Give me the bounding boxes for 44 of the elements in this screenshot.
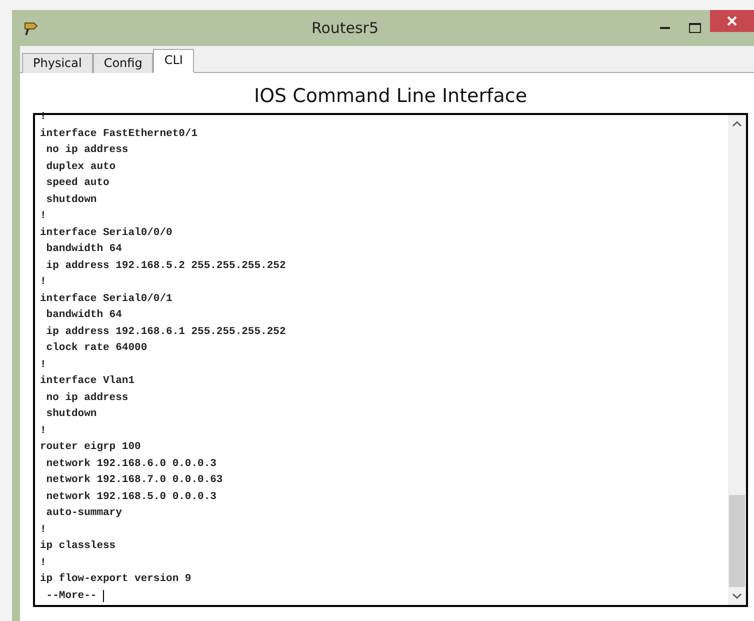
console-line: network 192.168.6.0 0.0.0.3	[45, 456, 218, 472]
console-line: ip address 192.168.6.1 255.255.255.252	[45, 324, 287, 340]
window-title: Routesr5	[310, 19, 380, 37]
console-line: bandwidth 64	[45, 242, 123, 257]
console-line: clock rate 64000	[45, 341, 148, 356]
console-line: !	[40, 522, 48, 538]
console-line: auto-summary	[45, 506, 123, 521]
console-line: shutdown	[45, 407, 98, 422]
console-line: interface FastEthernet0/1	[40, 126, 199, 142]
console-line: ip classless	[40, 539, 117, 554]
tab[interactable]: Config	[92, 53, 154, 73]
console-line: interface Serial0/0/0	[40, 226, 174, 240]
panel-heading: IOS Command Line Interface	[252, 85, 528, 107]
console-line: !	[40, 275, 48, 290]
terminal-console[interactable]	[33, 113, 748, 607]
scroll-down-icon[interactable]	[732, 593, 742, 599]
console-line: no ip address	[45, 143, 130, 158]
console-line: interface Vlan1	[40, 374, 136, 389]
console-line: ip flow-export version 9	[40, 572, 192, 587]
close-icon	[727, 16, 737, 26]
tab[interactable]: Physical	[22, 53, 93, 73]
more-prompt: --More--	[40, 590, 104, 602]
console-line: !	[40, 209, 48, 224]
console-line: !	[40, 358, 48, 372]
console-line: speed auto	[45, 176, 110, 191]
console-line: router eigrp 100	[40, 440, 142, 455]
maximize-icon	[689, 23, 701, 33]
close-button[interactable]	[710, 10, 754, 32]
console-line: ip address 192.168.5.2 255.255.255.252	[45, 258, 287, 274]
scrollbar[interactable]	[728, 115, 746, 605]
console-line: shutdown	[45, 192, 98, 208]
console-line: no ip address	[45, 390, 130, 406]
console-line: !	[40, 110, 48, 125]
console-line: !	[40, 556, 48, 570]
console-line: !	[40, 424, 48, 438]
minimize-icon	[660, 26, 670, 30]
console-line: network 192.168.5.0 0.0.0.3	[45, 490, 218, 504]
tab[interactable]: CLI	[153, 49, 194, 73]
console-line: interface Serial0/0/1	[40, 292, 174, 306]
console-line: duplex auto	[45, 160, 117, 174]
console-line: bandwidth 64	[45, 308, 123, 323]
scroll-thumb[interactable]	[729, 495, 745, 587]
console-line: network 192.168.7.0 0.0.0.63	[45, 473, 224, 488]
scroll-up-icon[interactable]	[732, 121, 742, 127]
